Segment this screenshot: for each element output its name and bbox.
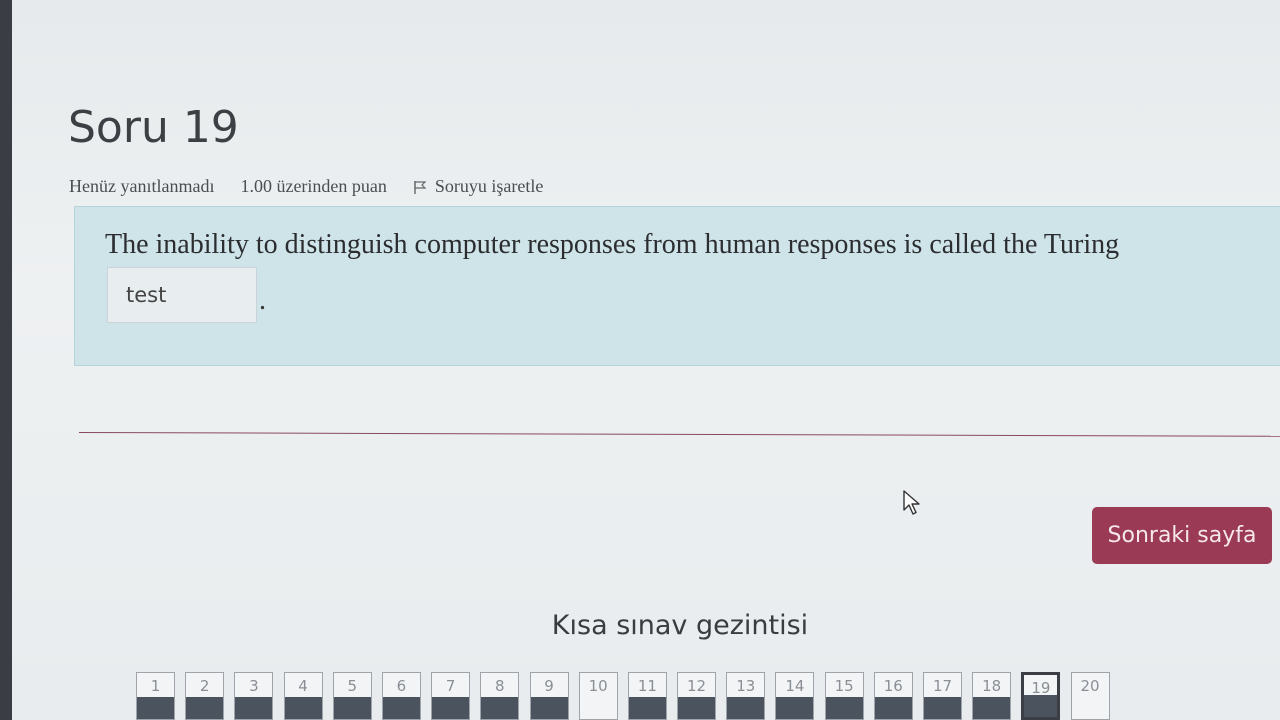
quiz-nav-button-9[interactable]: 9 — [529, 672, 569, 720]
quiz-nav-button-17[interactable]: 17 — [923, 672, 962, 720]
mouse-cursor-icon — [903, 490, 920, 515]
quiz-nav-button-11[interactable]: 11 — [627, 672, 667, 720]
quiz-nav-button-6[interactable]: 6 — [381, 672, 421, 720]
quiz-nav-button-12[interactable]: 12 — [677, 672, 717, 720]
quiz-navigation-buttons: 1 2 3 4 5 6 7 8 9 10 11 12 13 14 15 16 1… — [136, 672, 1120, 720]
next-page-button[interactable]: Sonraki sayfa — [1092, 507, 1272, 564]
quiz-nav-button-7[interactable]: 7 — [431, 672, 471, 720]
question-status: Henüz yanıtlanmadı — [69, 176, 215, 196]
quiz-nav-button-19-current[interactable]: 19 — [1021, 672, 1061, 720]
question-box: The inability to distinguish computer re… — [74, 206, 1280, 366]
quiz-nav-button-1[interactable]: 1 — [136, 672, 175, 720]
flag-question-link[interactable]: Soruyu işaretle — [413, 176, 543, 197]
screen-bezel — [0, 0, 12, 720]
quiz-nav-button-8[interactable]: 8 — [480, 672, 520, 720]
quiz-nav-button-16[interactable]: 16 — [873, 672, 913, 720]
divider — [78, 432, 1280, 437]
question-info: Henüz yanıtlanmadı 1.00 üzerinden puan S… — [69, 176, 543, 197]
quiz-page: Soru 19 Henüz yanıtlanmadı 1.00 üzerinde… — [12, 0, 1280, 720]
quiz-nav-button-14[interactable]: 14 — [775, 672, 815, 720]
quiz-nav-button-18[interactable]: 18 — [972, 672, 1012, 720]
quiz-nav-button-4[interactable]: 4 — [283, 672, 323, 720]
question-title: Soru 19 — [68, 102, 239, 153]
quiz-nav-button-10[interactable]: 10 — [578, 672, 618, 720]
quiz-nav-button-20[interactable]: 20 — [1070, 672, 1110, 720]
quiz-nav-button-2[interactable]: 2 — [185, 672, 225, 720]
question-text-end: . — [259, 285, 266, 316]
quiz-nav-button-15[interactable]: 15 — [824, 672, 864, 720]
quiz-nav-button-13[interactable]: 13 — [726, 672, 766, 720]
flag-question-label: Soruyu işaretle — [434, 176, 544, 196]
quiz-nav-button-3[interactable]: 3 — [234, 672, 274, 720]
quiz-navigation-title: Kısa sınav gezintisi — [551, 610, 809, 641]
question-text: The inability to distinguish computer re… — [105, 229, 1120, 260]
answer-input[interactable] — [107, 267, 257, 323]
question-marks: 1.00 üzerinden puan — [240, 176, 387, 196]
quiz-nav-button-5[interactable]: 5 — [332, 672, 372, 720]
flag-icon — [414, 180, 427, 194]
